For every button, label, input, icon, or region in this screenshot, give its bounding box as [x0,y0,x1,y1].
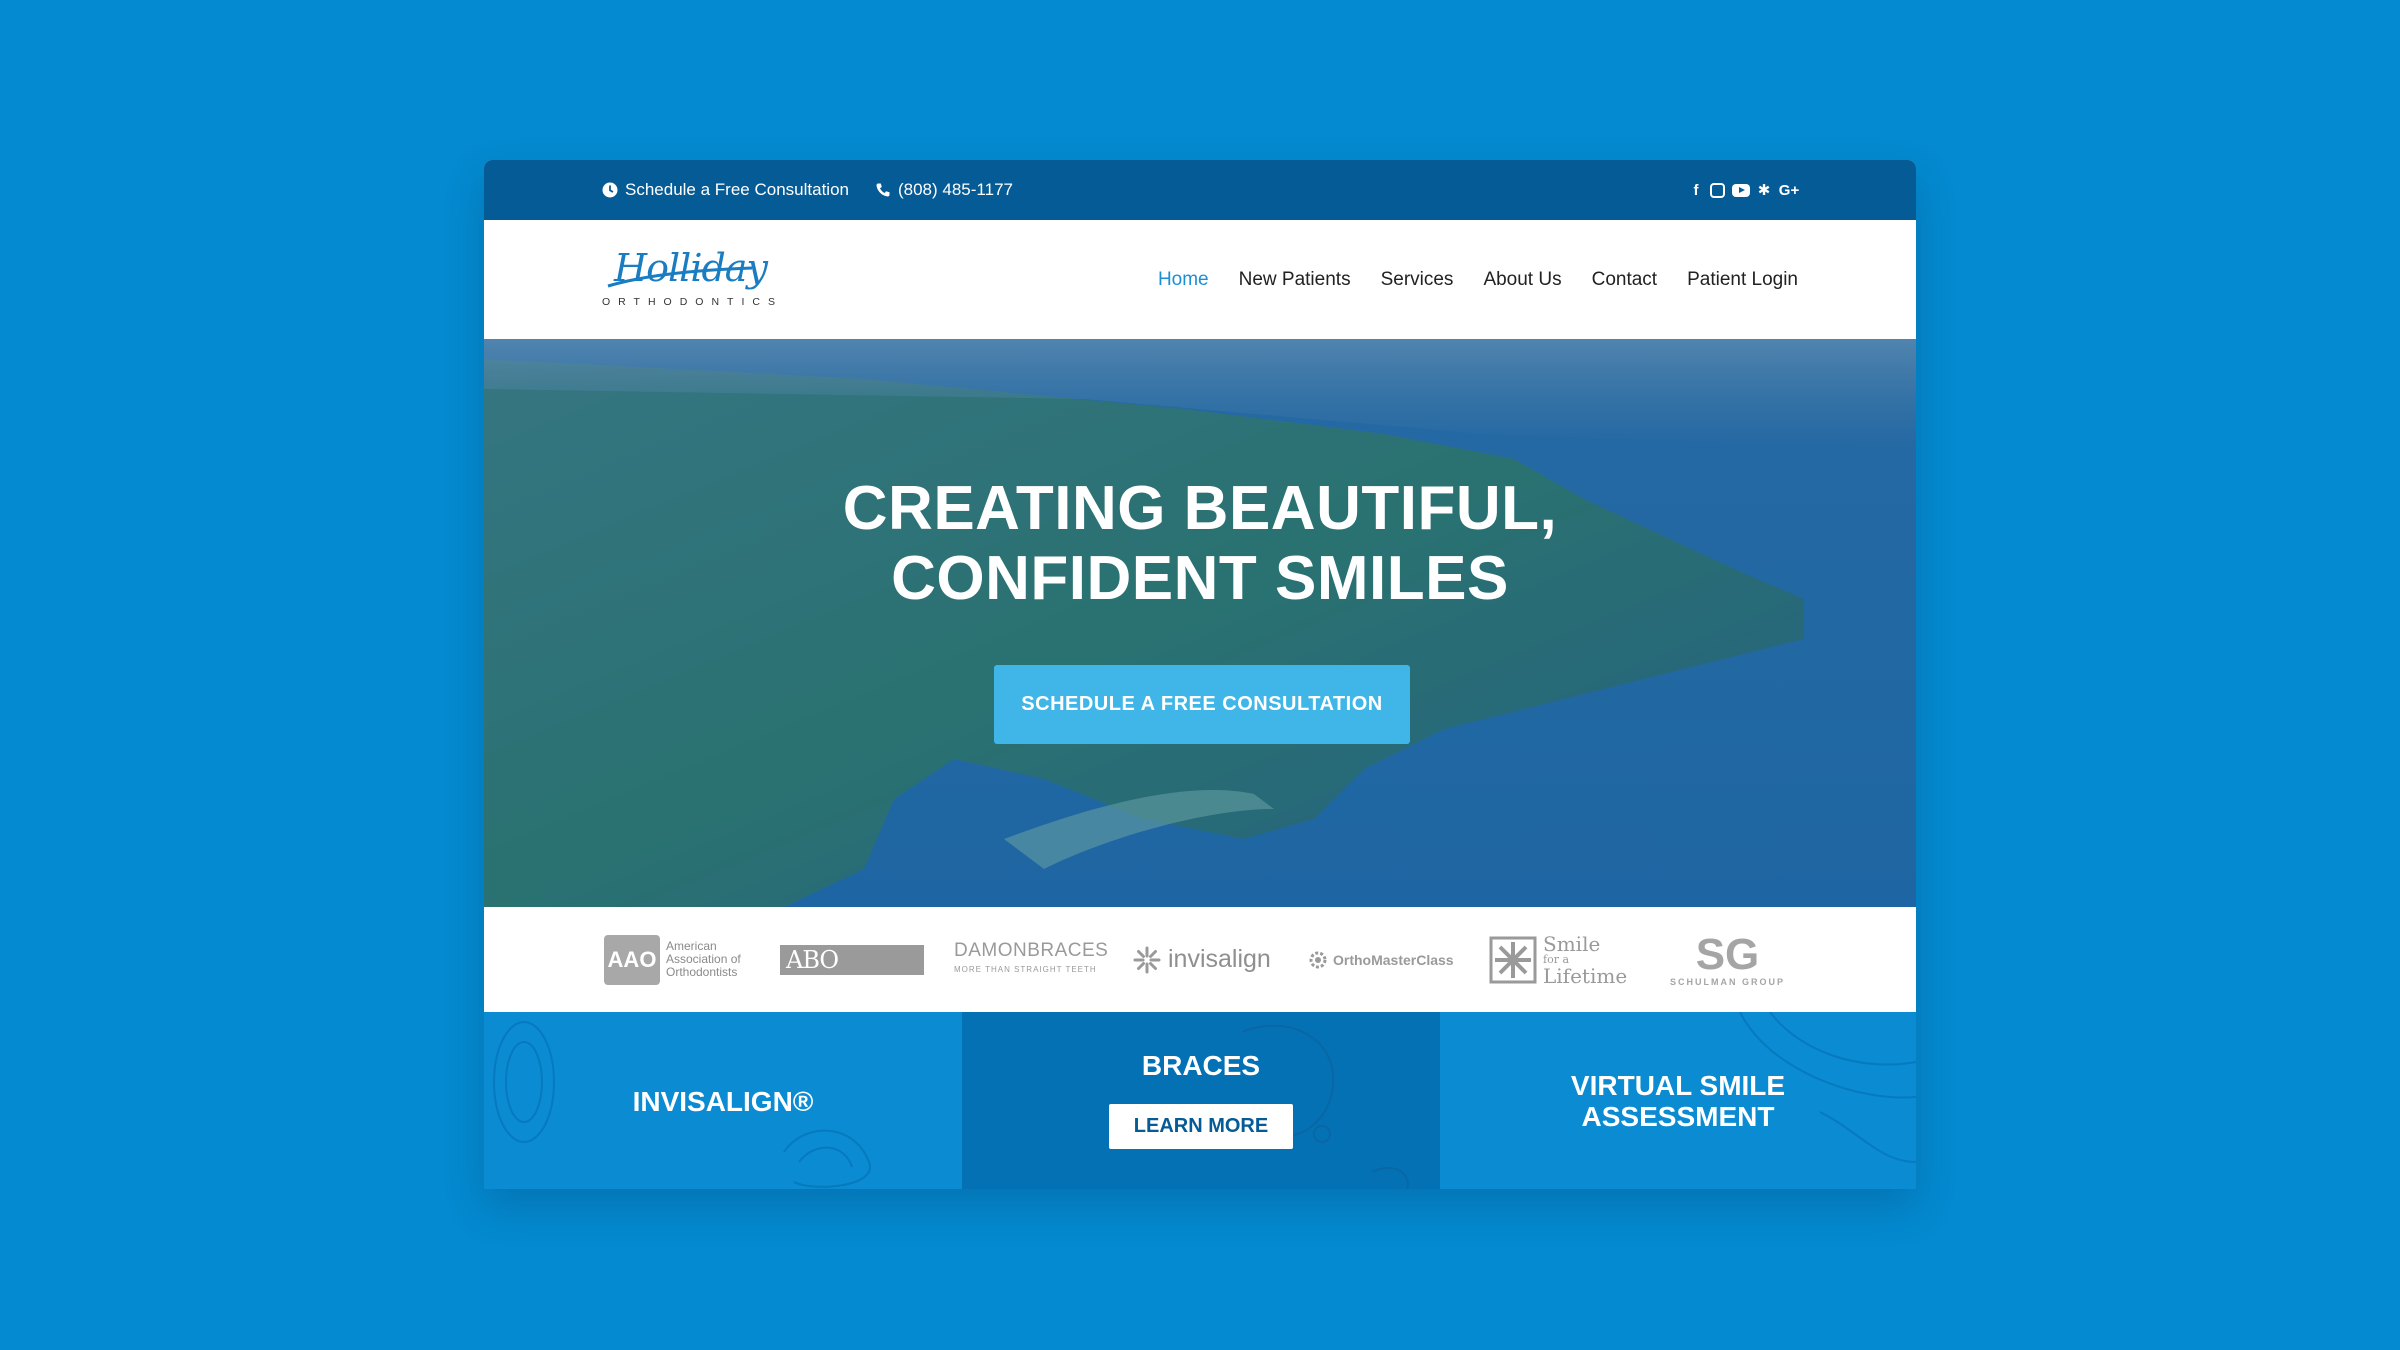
main-nav: Home New Patients Services About Us Cont… [1158,220,1798,339]
gear-icon [1309,951,1327,968]
abo-mark: ABO [780,944,924,975]
hero-section: CREATING BEAUTIFUL, CONFIDENT SMILES SCH… [484,339,1916,907]
nav-new-patients[interactable]: New Patients [1239,269,1351,291]
tile-vsa-line1: VIRTUAL SMILE [1570,1070,1786,1101]
nav-about-us[interactable]: About Us [1483,269,1561,291]
sfl-line3: Lifetime [1543,963,1628,988]
clock-icon [602,182,618,198]
google-plus-icon[interactable]: G+ [1778,183,1800,198]
site-header: Holliday ORTHODONTICS Home New Patients … [484,220,1916,339]
logo-script: Holliday [614,246,768,290]
nav-patient-login[interactable]: Patient Login [1687,269,1798,291]
instagram-icon[interactable] [1710,182,1725,198]
invisalign-text: invisalign [1168,945,1271,973]
nav-services[interactable]: Services [1381,269,1454,291]
affiliations-strip: AAO American Association of Orthodontist… [484,907,1916,1012]
social-links: f ✱ G+ [1689,160,1800,220]
tile-braces-title: BRACES [1141,1050,1261,1081]
smile-for-a-lifetime-logo: Smile for a Lifetime [1489,907,1627,1012]
hero-background-image [484,339,1916,907]
abo-logo: ABO [780,907,924,1012]
learn-more-button[interactable]: LEARN MORE [1109,1104,1293,1149]
aao-logo: AAO American Association of Orthodontist… [604,907,741,1012]
orthomasterclass-logo: OrthoMasterClass [1308,907,1454,1012]
tile-vsa-line2: ASSESSMENT [1581,1101,1775,1132]
facebook-icon[interactable]: f [1689,183,1703,198]
aao-mark: AAO [604,934,660,985]
sg-mark: SG [1695,929,1760,979]
tile-vsa-title: VIRTUAL SMILE ASSESSMENT [1440,1070,1916,1132]
phone-link[interactable]: (808) 485-1177 [875,180,1013,200]
phone-number: (808) 485-1177 [897,180,1013,199]
tile-virtual-smile-assessment[interactable]: VIRTUAL SMILE ASSESSMENT [1440,1012,1916,1189]
phone-icon [876,183,890,197]
top-bar: Schedule a Free Consultation (808) 485-1… [484,160,1916,220]
hero-headline-line1: CREATING BEAUTIFUL, [842,474,1558,543]
tile-braces: BRACES LEARN MORE [962,1012,1440,1189]
aao-text-line3: Orthodontists [666,965,738,979]
invisalign-star-icon [1133,946,1161,973]
nav-home[interactable]: Home [1158,269,1209,291]
tile-invisalign[interactable]: INVISALIGN® [484,1012,962,1189]
nav-contact[interactable]: Contact [1592,269,1657,291]
sfl-line1: Smile [1543,931,1601,956]
site-logo[interactable]: Holliday ORTHODONTICS [602,246,782,312]
schulman-group-logo: SG SCHULMAN GROUP [1670,907,1785,1012]
tile-invisalign-title: INVISALIGN® [632,1086,814,1117]
hero-headline: CREATING BEAUTIFUL, CONFIDENT SMILES [484,474,1916,614]
consultation-text: Schedule a Free Consultation [625,180,849,199]
tile-contour-pattern [1241,1024,1409,1189]
invisalign-logo: invisalign [1132,907,1271,1012]
youtube-icon[interactable] [1732,183,1750,197]
yelp-icon[interactable]: ✱ [1757,183,1771,198]
orthomasterclass-text: OrthoMasterClass [1333,951,1454,968]
logo-subtitle: ORTHODONTICS [602,296,783,308]
smile-lifetime-emblem [1489,936,1537,983]
schedule-consultation-button[interactable]: SCHEDULE A FREE CONSULTATION [994,665,1410,744]
damon-text: DAMONBRACES [954,939,1109,961]
hero-headline-line2: CONFIDENT SMILES [891,544,1509,613]
damon-braces-logo: DAMONBRACES MORE THAN STRAIGHT TEETH [954,907,1108,1012]
website-frame: Schedule a Free Consultation (808) 485-1… [484,160,1916,1189]
damon-tagline: MORE THAN STRAIGHT TEETH [954,964,1097,974]
consultation-link[interactable]: Schedule a Free Consultation [602,180,849,200]
sg-text: SCHULMAN GROUP [1670,976,1785,987]
